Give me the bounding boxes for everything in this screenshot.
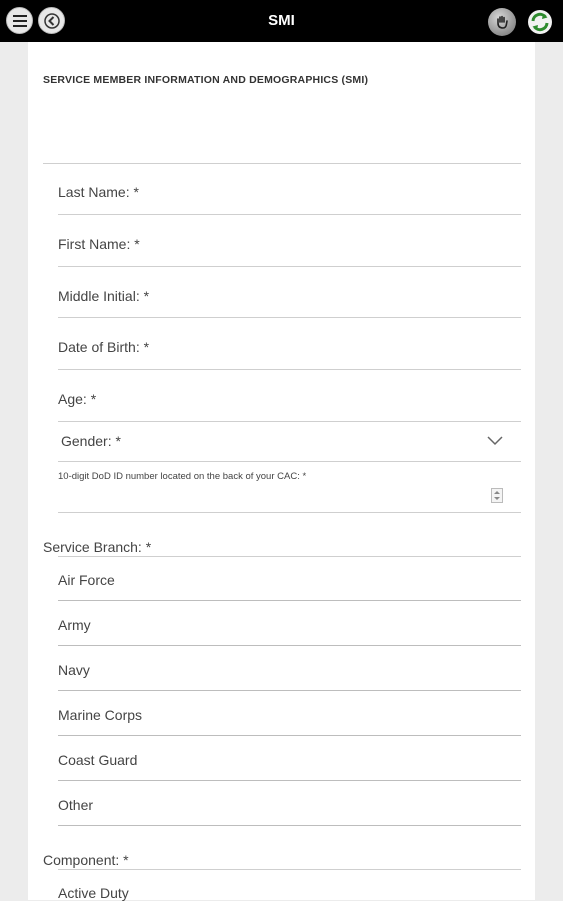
option-divider (58, 645, 521, 646)
field-underline (58, 461, 521, 462)
field-underline (58, 214, 521, 215)
dod-id-input[interactable] (58, 512, 521, 513)
last-name-field[interactable]: Last Name: * (58, 184, 139, 200)
field-underline (58, 266, 521, 267)
option-divider (58, 600, 521, 601)
first-name-field[interactable]: First Name: * (58, 236, 140, 252)
hand-icon (497, 15, 508, 29)
stepper-arrows-icon (494, 491, 500, 500)
app-header: SMI (0, 0, 563, 42)
service-branch-label: Service Branch: * (43, 539, 152, 555)
age-field[interactable]: Age: * (58, 391, 96, 407)
component-label: Component: * (43, 852, 129, 868)
divider (58, 869, 521, 870)
divider (43, 163, 521, 164)
option-coast-guard[interactable]: Coast Guard (58, 752, 137, 768)
refresh-icon (528, 10, 552, 34)
field-underline (58, 317, 521, 318)
option-divider (58, 825, 521, 826)
option-divider (58, 780, 521, 781)
option-army[interactable]: Army (58, 617, 91, 633)
gender-select[interactable]: Gender: * (61, 433, 121, 449)
option-air-force[interactable]: Air Force (58, 572, 115, 588)
dod-id-label: 10-digit DoD ID number located on the ba… (58, 471, 307, 482)
divider (58, 556, 521, 557)
date-of-birth-field[interactable]: Date of Birth: * (58, 339, 149, 355)
field-underline (58, 369, 521, 370)
option-active-duty[interactable]: Active Duty (58, 885, 129, 901)
option-marine-corps[interactable]: Marine Corps (58, 707, 142, 723)
dod-id-stepper[interactable] (491, 488, 503, 503)
section-title: SERVICE MEMBER INFORMATION AND DEMOGRAPH… (43, 74, 369, 86)
option-divider (58, 735, 521, 736)
refresh-button[interactable] (525, 7, 555, 37)
chevron-down-icon[interactable] (486, 435, 504, 447)
field-underline (58, 421, 521, 422)
form-card: SERVICE MEMBER INFORMATION AND DEMOGRAPH… (28, 42, 535, 901)
page-title: SMI (268, 12, 295, 29)
option-divider (58, 690, 521, 691)
middle-initial-field[interactable]: Middle Initial: * (58, 288, 149, 304)
option-other[interactable]: Other (58, 797, 93, 813)
option-navy[interactable]: Navy (58, 662, 90, 678)
hand-button[interactable] (488, 8, 516, 36)
